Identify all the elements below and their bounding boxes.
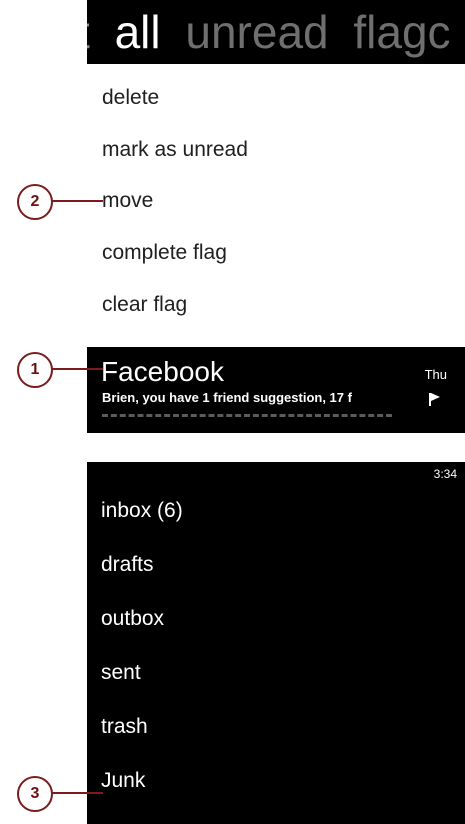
message-date: Thu bbox=[424, 367, 447, 382]
callout-3: 3 bbox=[17, 776, 53, 812]
message-preview: Brien, you have 1 friend suggestion, 17 … bbox=[102, 390, 352, 405]
message-preview-line-2 bbox=[102, 414, 392, 417]
pivot-prev-partial[interactable]: t bbox=[87, 0, 90, 64]
folders-screen: 3:34 inbox (6) drafts outbox sent trash … bbox=[87, 462, 465, 824]
folder-outbox[interactable]: outbox bbox=[101, 607, 164, 631]
folder-junk[interactable]: Junk bbox=[101, 769, 145, 793]
pivot-all[interactable]: all bbox=[115, 0, 161, 64]
folder-inbox[interactable]: inbox (6) bbox=[101, 499, 183, 523]
menu-delete[interactable]: delete bbox=[102, 86, 159, 110]
status-time: 3:34 bbox=[433, 467, 457, 481]
screenshot-stage: t all unread flagc delete mark as unread… bbox=[0, 0, 465, 824]
pivot-flagged[interactable]: flagc bbox=[353, 0, 450, 64]
callout-2-line bbox=[51, 200, 103, 202]
menu-move[interactable]: move bbox=[102, 189, 153, 213]
context-menu: delete mark as unread move complete flag… bbox=[87, 64, 465, 347]
message-item-facebook[interactable]: Facebook Brien, you have 1 friend sugges… bbox=[87, 347, 465, 433]
folder-sent[interactable]: sent bbox=[101, 661, 141, 685]
callout-1-line bbox=[51, 368, 103, 370]
folder-drafts[interactable]: drafts bbox=[101, 553, 154, 577]
flag-icon bbox=[429, 393, 440, 406]
menu-mark-unread[interactable]: mark as unread bbox=[102, 138, 248, 162]
menu-complete-flag[interactable]: complete flag bbox=[102, 241, 227, 265]
pivot-unread[interactable]: unread bbox=[185, 0, 328, 64]
callout-1: 1 bbox=[17, 352, 53, 388]
message-sender: Facebook bbox=[101, 356, 224, 387]
menu-clear-flag[interactable]: clear flag bbox=[102, 293, 187, 317]
pivot-header: t all unread flagc bbox=[87, 0, 465, 64]
callout-3-line bbox=[51, 792, 103, 794]
callout-2: 2 bbox=[17, 184, 53, 220]
folder-trash[interactable]: trash bbox=[101, 715, 148, 739]
mail-list-screen: t all unread flagc delete mark as unread… bbox=[87, 0, 465, 433]
